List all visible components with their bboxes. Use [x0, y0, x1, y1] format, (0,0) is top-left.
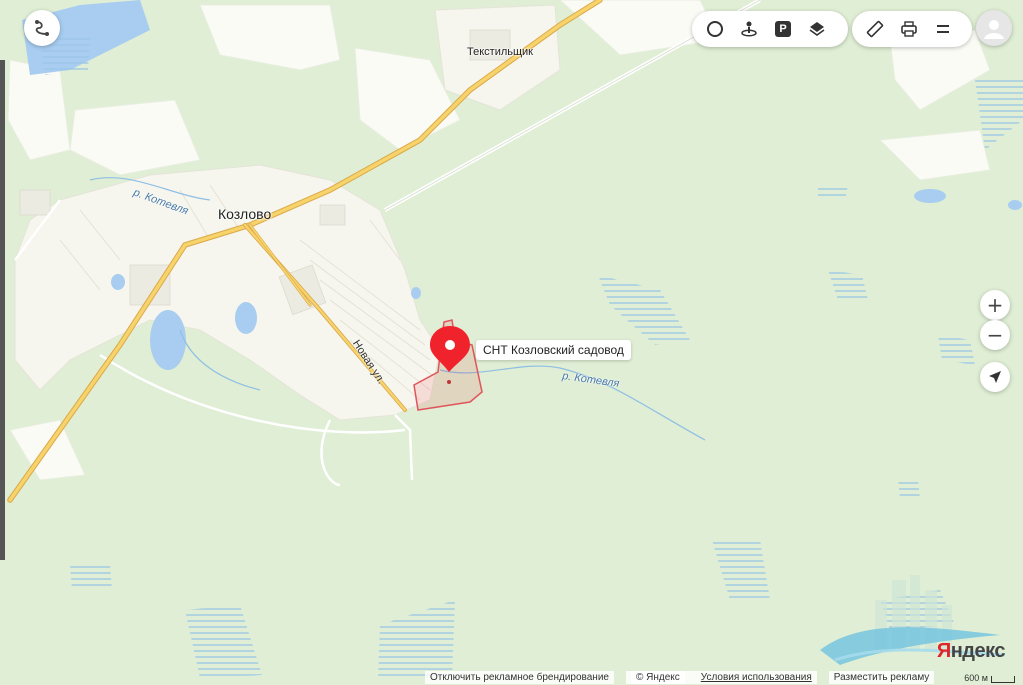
- advertise-link[interactable]: Разместить рекламу: [828, 670, 935, 684]
- ruler-button[interactable]: [858, 12, 892, 46]
- traffic-icon: [707, 21, 723, 37]
- menu-button[interactable]: [926, 12, 960, 46]
- map-footer: Отключить рекламное брендирование © Янде…: [425, 669, 1023, 685]
- disable-branding-link[interactable]: Отключить рекламное брендирование: [425, 670, 614, 684]
- route-button[interactable]: [24, 10, 60, 46]
- layers-icon: [809, 22, 825, 36]
- left-edge-bar: [0, 60, 5, 560]
- pin-label[interactable]: СНТ Козловский садовод: [476, 340, 631, 360]
- route-icon: [35, 20, 49, 36]
- zoom-out-button[interactable]: −: [980, 320, 1010, 350]
- scale-label: 600 м: [964, 673, 988, 683]
- scale-bar: 600 м: [964, 673, 1015, 683]
- logo-first-letter: Я: [936, 640, 951, 662]
- panorama-icon: [741, 21, 757, 37]
- locate-icon: [989, 371, 1001, 383]
- place-label-tekstilshchik: Текстильщик: [467, 46, 533, 58]
- place-label-kozlovo: Козлово: [218, 206, 272, 222]
- scale-ruler: [991, 676, 1015, 683]
- map-layers-toolbar: P: [692, 11, 848, 47]
- logo-rest: ндекс: [950, 640, 1006, 662]
- yandex-logo[interactable]: Яндекс: [936, 640, 1006, 663]
- parking-button[interactable]: P: [766, 12, 800, 46]
- tools-toolbar: [852, 11, 972, 47]
- menu-icon: [937, 25, 949, 33]
- zoom-in-button[interactable]: +: [980, 290, 1010, 320]
- print-icon: [901, 21, 917, 37]
- ruler-icon: [866, 20, 884, 38]
- locate-button[interactable]: [980, 362, 1010, 392]
- parking-icon: P: [775, 21, 791, 37]
- user-avatar-button[interactable]: [976, 10, 1012, 46]
- traffic-button[interactable]: [698, 12, 732, 46]
- snt-center-dot: [447, 380, 451, 384]
- avatar-icon: [984, 20, 1004, 39]
- copyright-text: © Яндекс: [625, 670, 699, 684]
- layers-button[interactable]: [800, 12, 834, 46]
- print-button[interactable]: [892, 12, 926, 46]
- panorama-button[interactable]: [732, 12, 766, 46]
- terms-link[interactable]: Условия использования: [698, 670, 817, 684]
